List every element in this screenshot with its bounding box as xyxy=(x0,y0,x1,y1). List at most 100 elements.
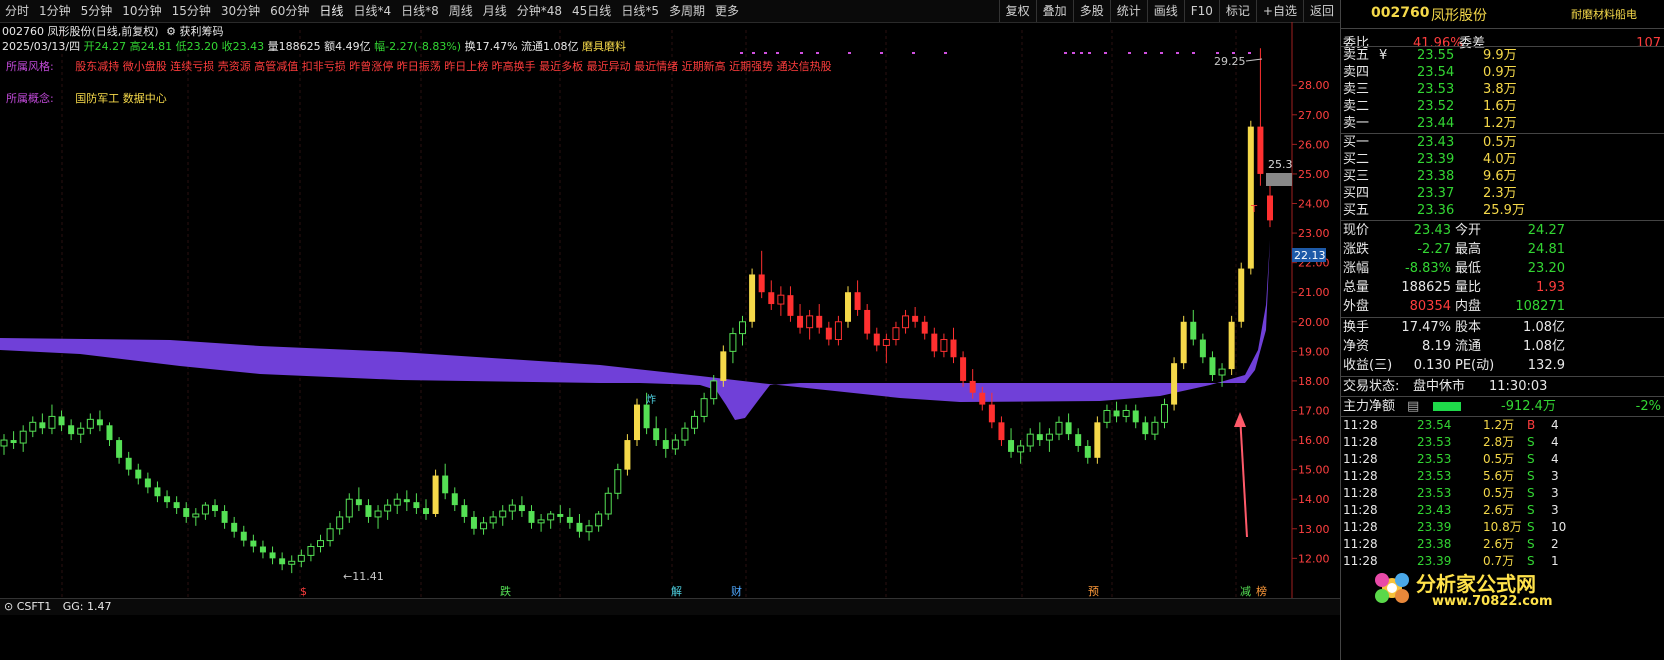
stat-label: 净资 xyxy=(1343,339,1370,354)
period-tab[interactable]: 30分钟 xyxy=(216,0,265,22)
ask-row[interactable]: 卖二 23.52 1.6万 xyxy=(1341,98,1664,115)
period-tab[interactable]: 多周期 xyxy=(664,0,710,22)
period-tab[interactable]: 60分钟 xyxy=(265,0,314,22)
style-tags[interactable]: 股东减持 微小盘股 连续亏损 壳资源 高管减值 扣非亏损 昨曾涨停 昨日振荡 昨… xyxy=(75,60,831,73)
period-tab[interactable]: 周线 xyxy=(444,0,478,22)
bid-row[interactable]: 买二 23.39 4.0万 xyxy=(1341,151,1664,168)
period-tab[interactable]: 分钟*48 xyxy=(512,0,567,22)
period-tab[interactable]: 日线*5 xyxy=(616,0,664,22)
tick-time: 11:28 xyxy=(1343,452,1378,466)
date-value: 2025/03/13/四 xyxy=(2,40,81,53)
tick-side: S xyxy=(1527,486,1535,500)
concept-tags[interactable]: 国防军工 数据中心 xyxy=(75,92,167,105)
candle xyxy=(653,416,660,446)
stat-label: 涨幅 xyxy=(1343,261,1370,276)
stat-value: 1.08亿 xyxy=(1523,320,1565,335)
event-cai: 财 xyxy=(731,584,742,598)
ask-label: 卖二 xyxy=(1343,99,1370,114)
candle xyxy=(902,309,910,334)
period-tab[interactable]: 日线*4 xyxy=(348,0,396,22)
period-tab[interactable]: 1分钟 xyxy=(34,0,76,22)
bid-row[interactable]: 买四 23.37 2.3万 xyxy=(1341,185,1664,202)
tool-button[interactable]: 统计 xyxy=(1109,0,1147,22)
period-tab[interactable]: 5分钟 xyxy=(76,0,118,22)
signal-dot xyxy=(740,52,743,54)
candle xyxy=(787,286,794,322)
bid-price: 23.43 xyxy=(1417,135,1455,150)
period-tabs: 分时 1分钟 5分钟 10分钟 15分钟 30分钟 60分钟 日线 日线*4 日线*8 周线 月线 分钟… xyxy=(0,0,999,22)
period-tab[interactable]: 日线*8 xyxy=(396,0,444,22)
period-tab[interactable]: 月线 xyxy=(478,0,512,22)
period-tab[interactable]: 日线 xyxy=(314,0,348,22)
period-tab[interactable]: 10分钟 xyxy=(117,0,166,22)
tick-row: 11:28 23.53 0.5万 S 4 xyxy=(1341,451,1664,468)
tool-button[interactable]: F10 xyxy=(1183,0,1219,22)
stat-value: 24.27 xyxy=(1527,223,1565,238)
ask-row[interactable]: 卖五 ¥23.55 9.9万 xyxy=(1341,47,1664,64)
low-mark-label: ←11.41 xyxy=(343,570,384,583)
period-tab[interactable]: 分时 xyxy=(0,0,34,22)
candles xyxy=(0,48,1273,574)
candle xyxy=(1247,120,1254,275)
settings-icon[interactable]: ⚙ xyxy=(166,25,176,38)
stat-value: 23.20 xyxy=(1527,261,1565,276)
period-tab[interactable]: 更多 xyxy=(710,0,744,22)
tick-count: 4 xyxy=(1551,435,1559,449)
tick-price: 23.53 xyxy=(1417,435,1452,449)
tick-count: 2 xyxy=(1551,537,1559,551)
period-tab[interactable]: 45日线 xyxy=(567,0,616,22)
candle xyxy=(135,463,142,485)
candle xyxy=(86,413,94,435)
bid-row[interactable]: 买一 23.43 0.5万 xyxy=(1341,134,1664,151)
indicator-menu-icon[interactable]: ⊙ xyxy=(4,600,13,613)
candle xyxy=(1267,179,1273,228)
candle xyxy=(537,513,545,532)
ask-row[interactable]: 卖三 23.53 3.8万 xyxy=(1341,81,1664,98)
tool-button[interactable]: 叠加 xyxy=(1035,0,1073,22)
bid-row[interactable]: 买三 23.38 9.6万 xyxy=(1341,168,1664,185)
candle xyxy=(518,496,525,517)
signal-dot xyxy=(1232,52,1235,54)
panel-tag: 耐磨材料船电 xyxy=(1571,8,1637,21)
candle xyxy=(729,327,737,364)
stat-value: 188625 xyxy=(1401,280,1451,295)
axis-label: 16.00 xyxy=(1298,434,1330,447)
tool-button[interactable]: 多股 xyxy=(1072,0,1110,22)
candle xyxy=(29,416,37,438)
candle xyxy=(499,505,507,526)
candle xyxy=(240,525,247,547)
candle xyxy=(700,392,708,423)
tool-button[interactable]: 返回 xyxy=(1302,0,1340,22)
style-row: 所属风格: 股东减持 微小盘股 连续亏损 壳资源 高管减值 扣非亏损 昨曾涨停 … xyxy=(6,58,832,74)
period-tab[interactable]: 15分钟 xyxy=(167,0,216,22)
candle xyxy=(634,398,640,446)
main-flow-bar xyxy=(1433,402,1461,411)
stat-label: 最低 xyxy=(1455,261,1482,276)
stat-label: 量比 xyxy=(1455,280,1482,295)
candle xyxy=(931,327,938,358)
tool-button[interactable]: 画线 xyxy=(1146,0,1184,22)
bid-row[interactable]: 买五 23.36 25.9万 xyxy=(1341,202,1664,219)
tool-button[interactable]: +自选 xyxy=(1255,0,1303,22)
candle xyxy=(231,516,238,538)
main-flow-menu-icon[interactable]: ▤ xyxy=(1407,397,1419,416)
candle xyxy=(58,410,65,432)
tool-button[interactable]: 标记 xyxy=(1218,0,1256,22)
tick-price: 23.53 xyxy=(1417,486,1452,500)
watermark-title: 分析家公式网 xyxy=(1416,572,1536,596)
axis-label: 14.00 xyxy=(1298,493,1330,506)
tick-volume: 0.5万 xyxy=(1483,452,1515,466)
indicator-name-bottom[interactable]: CSFT1 xyxy=(17,600,52,613)
candle xyxy=(1055,416,1063,441)
stat2-row: 收益(三) 0.130 PE(动) 132.9 xyxy=(1341,356,1664,375)
tick-side: B xyxy=(1527,418,1536,432)
candle xyxy=(566,508,573,529)
tool-button[interactable]: 复权 xyxy=(998,0,1036,22)
bid-price: 23.39 xyxy=(1417,152,1455,167)
indicator-name[interactable]: 获利筹码 xyxy=(179,25,223,38)
kline-chart[interactable]: 28.0027.0026.0025.0024.0023.0022.0021.00… xyxy=(0,22,1340,600)
ask-row[interactable]: 卖四 23.54 0.9万 xyxy=(1341,64,1664,81)
signal-dot xyxy=(1160,52,1163,54)
ask-row[interactable]: 卖一 23.44 1.2万 xyxy=(1341,115,1664,132)
candle xyxy=(624,434,631,476)
